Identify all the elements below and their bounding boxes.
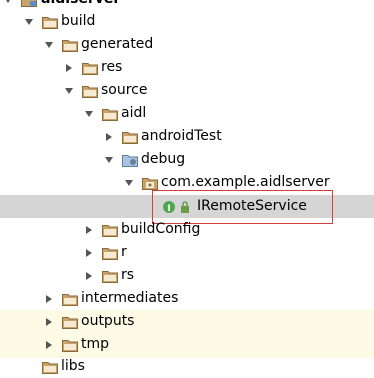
chevron-down-icon[interactable]	[24, 10, 34, 33]
chevron-right-icon[interactable]	[44, 287, 54, 310]
source-folder-icon	[122, 148, 138, 171]
excluded-folders-band	[0, 310, 374, 358]
tree-node-label: debug	[141, 151, 186, 167]
tree-node-label: outputs	[81, 313, 135, 329]
folder-icon	[42, 10, 58, 33]
folder-icon	[62, 310, 78, 333]
folder-icon	[62, 287, 78, 310]
tree-node-label: aidl	[121, 105, 147, 121]
chevron-right-icon[interactable]	[44, 333, 54, 356]
chevron-right-icon[interactable]	[84, 241, 94, 264]
tree-node-label: libs	[61, 358, 85, 374]
tree-node-label: buildConfig	[121, 221, 201, 237]
chevron-down-icon[interactable]	[84, 102, 94, 125]
chevron-down-icon[interactable]	[104, 148, 114, 171]
folder-icon	[62, 33, 78, 56]
folder-icon	[122, 125, 138, 148]
chevron-down-icon[interactable]	[124, 171, 134, 194]
chevron-down-icon[interactable]	[3, 0, 13, 11]
tree-node-label: source	[101, 82, 148, 98]
folder-icon	[102, 102, 118, 125]
chevron-down-icon[interactable]	[64, 79, 74, 102]
chevron-right-icon[interactable]	[64, 56, 74, 79]
folder-icon	[62, 333, 78, 356]
folder-icon	[42, 355, 58, 378]
tree-node-label: build	[61, 13, 96, 29]
chevron-right-icon[interactable]	[104, 125, 114, 148]
chevron-right-icon[interactable]	[44, 310, 54, 333]
folder-icon	[102, 218, 118, 241]
tree-node-label: tmp	[81, 336, 110, 352]
folder-icon	[82, 56, 98, 79]
folder-icon	[102, 264, 118, 287]
chevron-right-icon[interactable]	[84, 264, 94, 287]
chevron-right-icon[interactable]	[84, 218, 94, 241]
tree-node-label: res	[101, 59, 123, 75]
tree-node-label: rs	[121, 267, 135, 283]
folder-icon	[82, 79, 98, 102]
chevron-down-icon[interactable]	[44, 33, 54, 56]
tree-node-label: generated	[81, 36, 154, 52]
tree-node-label: r	[121, 244, 127, 260]
folder-icon	[102, 241, 118, 264]
tree-node-label: intermediates	[81, 290, 179, 306]
tree-node-label: androidTest	[141, 128, 222, 144]
